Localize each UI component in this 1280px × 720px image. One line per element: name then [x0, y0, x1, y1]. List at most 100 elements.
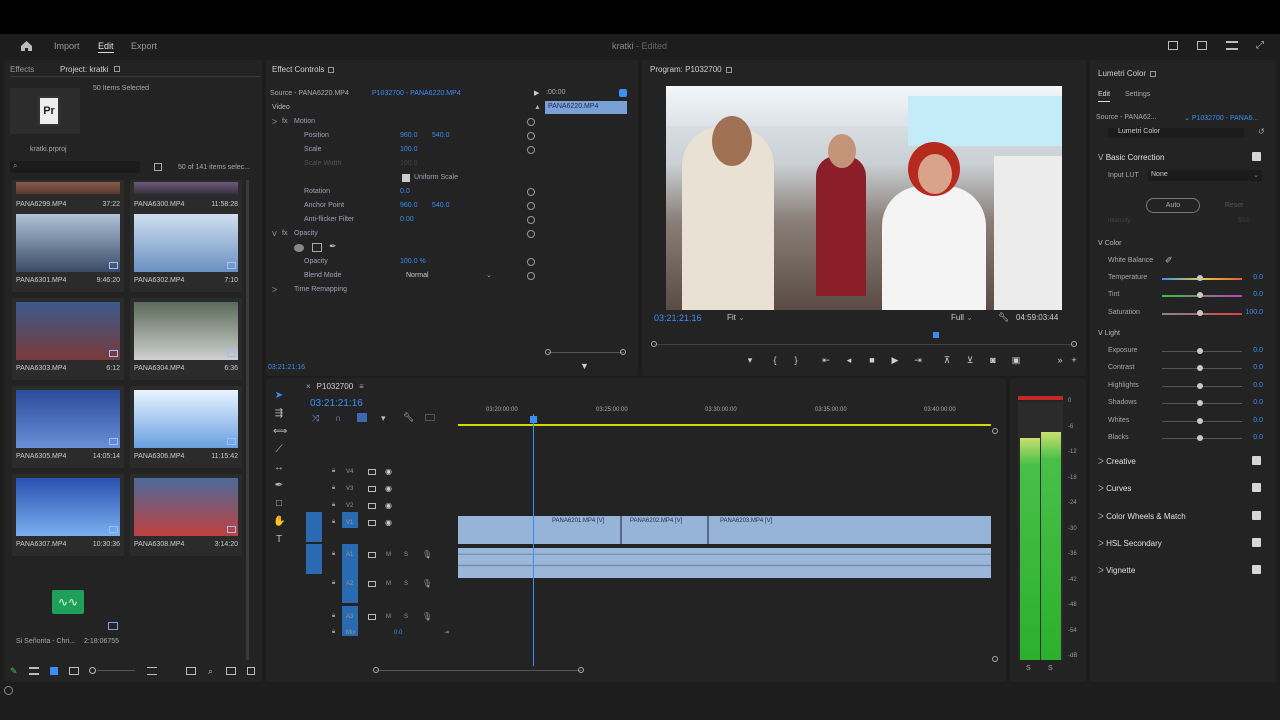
fullscreen-icon[interactable]: ⤢	[1256, 40, 1264, 51]
scale-row[interactable]: Scale 100.0	[266, 144, 536, 158]
lumetri-section-creative[interactable]: ᐳ Creative	[1098, 457, 1136, 466]
program-video-frame[interactable]	[666, 86, 1062, 310]
quick-export-icon[interactable]	[1168, 41, 1178, 50]
list-view-icon[interactable]	[29, 667, 39, 675]
slider-value[interactable]: 0.0	[1253, 382, 1263, 389]
status-icon[interactable]	[4, 686, 13, 695]
lumetri-saturation-row[interactable]: Saturation 100.0	[1090, 307, 1275, 321]
solo-left-button[interactable]: S	[1026, 665, 1031, 672]
blend-mode-dropdown[interactable]: Normal	[406, 272, 429, 279]
add-marker-icon-tl[interactable]: ▾	[381, 413, 386, 424]
lock-icon[interactable]: 🔒︎	[332, 485, 335, 492]
clip-indicator[interactable]	[1018, 396, 1063, 400]
lumetri-effect-dropdown[interactable]: Lumetri Color	[1108, 128, 1244, 138]
lumetri-reset-icon[interactable]: ↺	[1258, 127, 1265, 136]
mute-button[interactable]: M	[386, 614, 391, 620]
section-enable-checkbox[interactable]	[1252, 565, 1261, 575]
zoom-slider[interactable]	[97, 670, 135, 671]
slider-value[interactable]: 0.0	[1253, 274, 1263, 281]
clip-edit-point[interactable]	[620, 516, 622, 544]
effect-controls-tab[interactable]: Effect Controls	[272, 65, 335, 74]
tl-zoom-handle-left[interactable]	[373, 667, 379, 673]
clip-thumbnail[interactable]: PANA6305.MP4 14:05:14	[12, 386, 124, 468]
clip-thumbnail[interactable]: PANA6302.MP4 7:10	[130, 210, 242, 292]
timeline-timecode[interactable]: 03:21:21:16	[310, 398, 363, 409]
slider-knob[interactable]	[1197, 382, 1203, 389]
lumetri-tint-row[interactable]: Tint 0.0	[1090, 289, 1275, 303]
solo-button[interactable]: S	[404, 581, 408, 587]
new-bin-icon[interactable]	[154, 163, 162, 171]
slider-knob[interactable]	[1197, 292, 1203, 299]
ripple-edit-tool-icon[interactable]: ⟺	[273, 426, 287, 438]
anchor-point-row[interactable]: Anchor Point 960.0 540.0	[266, 200, 536, 214]
lumetri-shadows-row[interactable]: Shadows 0.0	[1090, 397, 1275, 411]
program-timecode[interactable]: 03:21:21:16	[654, 313, 702, 323]
track-target[interactable]	[306, 512, 322, 542]
clip-thumbnail[interactable]: PANA6304.MP4 6:36	[130, 298, 242, 380]
sync-lock-icon[interactable]	[368, 503, 376, 509]
timeline-vscroll-top[interactable]	[992, 428, 998, 434]
scrub-handle-right[interactable]	[1071, 341, 1077, 347]
clip-thumbnail[interactable]: PANA6300.MP4 11:58:28	[130, 180, 242, 214]
scrub-handle-left[interactable]	[651, 341, 657, 347]
slider-value[interactable]: 0.0	[1253, 347, 1263, 354]
eye-icon[interactable]: ◉	[385, 484, 392, 493]
track-header-v1[interactable]: 🔒︎ V1 ◉	[300, 512, 456, 542]
clip-thumbnail[interactable]: PANA6303.MP4 6:12	[12, 298, 124, 380]
stop-icon[interactable]: ■	[867, 355, 877, 365]
ec-zoom-handle-right[interactable]	[620, 349, 626, 355]
automate-icon[interactable]	[186, 667, 196, 675]
mic-icon[interactable]: 🎙︎	[422, 612, 432, 621]
effects-tab[interactable]: Effects	[10, 65, 34, 74]
basic-correction-header[interactable]: ᐯ Basic Correction	[1098, 153, 1164, 162]
track-header-a2[interactable]: 🔒︎ A2 M S 🎙︎	[300, 573, 456, 603]
import-tab[interactable]: Import	[54, 41, 80, 51]
play-arrow-icon[interactable]: ▶	[534, 89, 539, 97]
clip-thumbnail[interactable]: PANA6299.MP4 37:22	[12, 180, 124, 214]
sequence-dropdown[interactable]: P1032700 - PANA6220.MP4	[372, 90, 461, 97]
settings-wrench-icon[interactable]: 🔧︎	[403, 412, 414, 423]
clip-thumbnail[interactable]: PANA6306.MP4 11:15:42	[130, 386, 242, 468]
zoom-out-icon[interactable]	[89, 667, 96, 674]
lumetri-blacks-row[interactable]: Blacks 0.0	[1090, 432, 1275, 446]
filter-icon[interactable]: ▼	[580, 361, 589, 371]
workspaces-menu-icon[interactable]	[1226, 41, 1238, 50]
timeline-playhead[interactable]	[533, 414, 534, 666]
slider-knob[interactable]	[1197, 435, 1203, 441]
position-y-value[interactable]: 540.0	[432, 132, 450, 139]
audio-clip-icon[interactable]: ∿∿	[52, 590, 84, 614]
export-frame-icon[interactable]: ◙	[988, 355, 998, 365]
mic-icon[interactable]: 🎙︎	[422, 579, 432, 588]
ec-clip-bar[interactable]: PANA6220.MP4	[545, 101, 627, 114]
sync-lock-icon[interactable]	[368, 614, 376, 620]
slider-value[interactable]: 0.0	[1253, 417, 1263, 424]
extract-icon[interactable]: ⊻	[965, 355, 975, 365]
section-enable-checkbox[interactable]	[1252, 456, 1261, 465]
ec-zoom-slider[interactable]	[548, 352, 624, 353]
section-enable-checkbox[interactable]	[1252, 483, 1261, 493]
clip-thumbnail[interactable]: PANA6308.MP4 3:14:20	[130, 474, 242, 556]
solo-right-button[interactable]: S	[1048, 665, 1053, 672]
clip-edit-point[interactable]	[707, 516, 709, 544]
sync-lock-icon[interactable]	[368, 552, 376, 558]
home-icon[interactable]	[20, 40, 33, 52]
lumetri-whites-row[interactable]: Whites 0.0	[1090, 415, 1275, 429]
time-remapping-row[interactable]: ᐳ Time Remapping	[266, 284, 536, 298]
motion-row[interactable]: ᐳ fx Motion	[266, 116, 536, 130]
resolution-dropdown[interactable]: Full ⌄	[951, 313, 973, 322]
slider-knob[interactable]	[1197, 400, 1203, 407]
lumetri-temperature-row[interactable]: Temperature 0.0	[1090, 272, 1275, 286]
pencil-icon[interactable]: ✎	[10, 666, 18, 677]
track-header-mix[interactable]: 🔒︎ Mix 0.0 ⇥	[300, 628, 456, 644]
mix-volume-value[interactable]: 0.0	[394, 630, 402, 636]
slip-tool-icon[interactable]: ↔	[273, 462, 285, 474]
mark-in-icon[interactable]: {	[770, 355, 780, 365]
lift-icon[interactable]: ⊼	[942, 355, 952, 365]
lumetri-settings-tab[interactable]: Settings	[1125, 91, 1150, 98]
work-area-bar[interactable]	[458, 424, 991, 426]
find-icon[interactable]: ⌕	[208, 666, 213, 677]
play-icon[interactable]: ▶	[890, 355, 900, 365]
rectangle-tool-icon[interactable]: □	[273, 498, 285, 510]
eye-icon[interactable]: ◉	[385, 467, 392, 476]
color-subsection[interactable]: ᐯ Color	[1098, 239, 1121, 247]
